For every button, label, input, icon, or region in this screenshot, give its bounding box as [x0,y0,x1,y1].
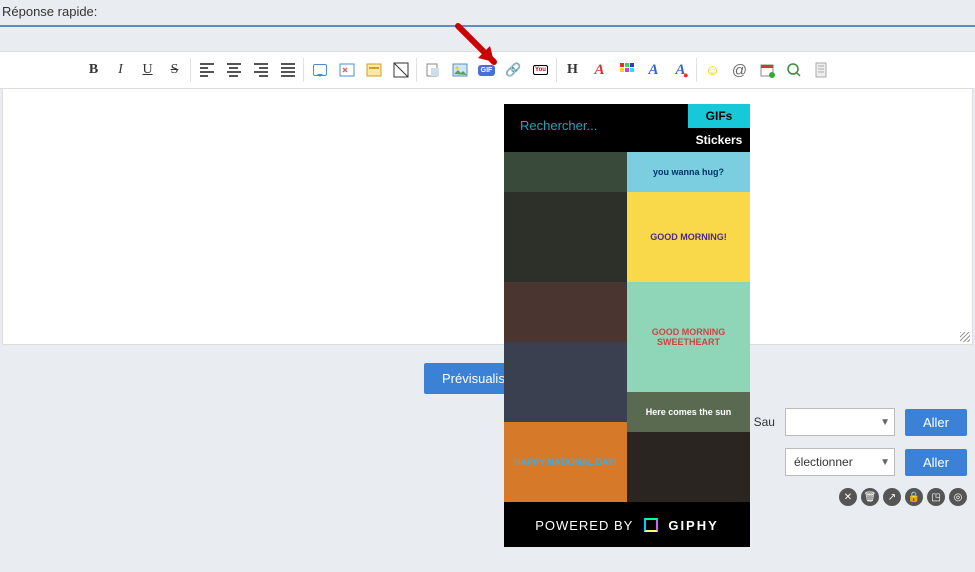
chevron-down-icon: ▼ [880,457,890,468]
code-button[interactable] [333,58,360,82]
link-icon: 🔗 [505,62,521,78]
link-button[interactable]: 🔗 [500,58,527,82]
bold-icon: B [89,62,98,78]
gif-item[interactable] [504,282,627,342]
align-justify-icon [281,63,295,77]
align-center-icon [227,63,241,77]
trash-icon[interactable]: 🗑 [861,488,879,506]
go-button-2[interactable]: Aller [905,449,967,476]
remove-format-button[interactable]: A● [667,58,694,82]
save-label: Sau [754,415,775,429]
align-justify-button[interactable] [274,58,301,82]
search-button[interactable] [780,58,807,82]
spoiler-icon [366,62,382,78]
giphy-search-input[interactable]: Rechercher... [504,104,688,152]
gif-item[interactable]: Here comes the sun [627,392,750,432]
underline-button[interactable]: U [134,58,161,82]
align-left-button[interactable] [193,58,220,82]
gif-icon: GIF [478,65,496,76]
font-family-button[interactable]: A [640,58,667,82]
code-icon [339,62,355,78]
at-icon: @ [732,62,747,79]
strike-button[interactable]: S [161,58,188,82]
footer-tools: ✕ 🗑 ↗ 🔒 ◳ ◎ [0,482,975,512]
lock-icon[interactable]: 🔒 [905,488,923,506]
youtube-icon: You [533,65,548,75]
emoji-button[interactable]: ☺ [699,58,726,82]
image-button[interactable] [446,58,473,82]
align-right-icon [254,63,268,77]
note-button[interactable] [807,58,834,82]
giphy-tab-stickers[interactable]: Stickers [688,128,750,152]
gif-item[interactable] [627,432,750,502]
globe-search-icon [786,62,802,78]
gif-button[interactable]: GIF [473,58,500,82]
strike-icon: S [171,62,179,78]
collapse-icon[interactable]: ◎ [949,488,967,506]
giphy-grid: HAPPY NATIONAL DAY!you wanna hug?GOOD MO… [504,152,750,504]
document-icon [813,62,829,78]
giphy-logo-icon [644,518,658,532]
giphy-powered-label: POWERED BY [535,518,633,533]
image-icon [452,62,468,78]
giphy-brand-label: GIPHY [668,518,718,533]
youtube-button[interactable]: You [527,58,554,82]
select-2[interactable]: électionner ▼ [785,448,895,476]
gif-item[interactable] [504,192,627,282]
quote-icon [313,64,327,76]
gif-item[interactable]: HAPPY NATIONAL DAY! [504,422,627,502]
underline-icon: U [142,62,152,78]
emoji-icon: ☺ [705,62,720,79]
color-grid-icon [619,62,635,78]
mention-button[interactable]: @ [726,58,753,82]
quote-button[interactable] [306,58,333,82]
align-left-icon [200,63,214,77]
heading-button[interactable]: H [559,58,586,82]
resize-handle-icon[interactable] [956,328,972,344]
giphy-footer: POWERED BY GIPHY [504,504,750,547]
chevron-down-icon: ▼ [880,417,890,428]
gif-item[interactable]: you wanna hug? [627,152,750,192]
select-2-text: électionner [790,455,880,469]
align-right-button[interactable] [247,58,274,82]
italic-icon: I [118,62,123,78]
editor-toolbar: B I U S GIF 🔗 You H A A A● ☺ @ [0,51,975,89]
gif-item[interactable] [504,152,627,192]
font-size-button[interactable]: A [586,58,613,82]
editor-textarea[interactable] [2,89,973,345]
external-icon[interactable]: ↗ [883,488,901,506]
hidden-button[interactable] [387,58,414,82]
header-divider [0,25,975,27]
select-1[interactable]: ▼ [785,408,895,436]
font-color-button[interactable] [613,58,640,82]
remove-format-icon: A● [675,62,685,79]
hidden-icon [393,62,409,78]
gif-item[interactable]: GOOD MORNING! [627,192,750,282]
giphy-tab-gifs[interactable]: GIFs [688,104,750,128]
gif-item[interactable] [504,342,627,422]
date-button[interactable] [753,58,780,82]
paste-button[interactable] [419,58,446,82]
bold-button[interactable]: B [80,58,107,82]
giphy-panel: Rechercher... GIFs Stickers HAPPY NATION… [504,104,750,547]
align-center-button[interactable] [220,58,247,82]
close-icon[interactable]: ✕ [839,488,857,506]
expand-icon[interactable]: ◳ [927,488,945,506]
paste-icon [425,62,441,78]
italic-button[interactable]: I [107,58,134,82]
spoiler-button[interactable] [360,58,387,82]
gif-item[interactable]: GOOD MORNING SWEETHEART [627,282,750,392]
font-family-icon: A [648,62,658,79]
calendar-icon [759,62,775,78]
font-size-icon: A [594,62,604,79]
header-title: Réponse rapide: [0,0,975,23]
go-button-1[interactable]: Aller [905,409,967,436]
heading-icon: H [567,62,578,78]
